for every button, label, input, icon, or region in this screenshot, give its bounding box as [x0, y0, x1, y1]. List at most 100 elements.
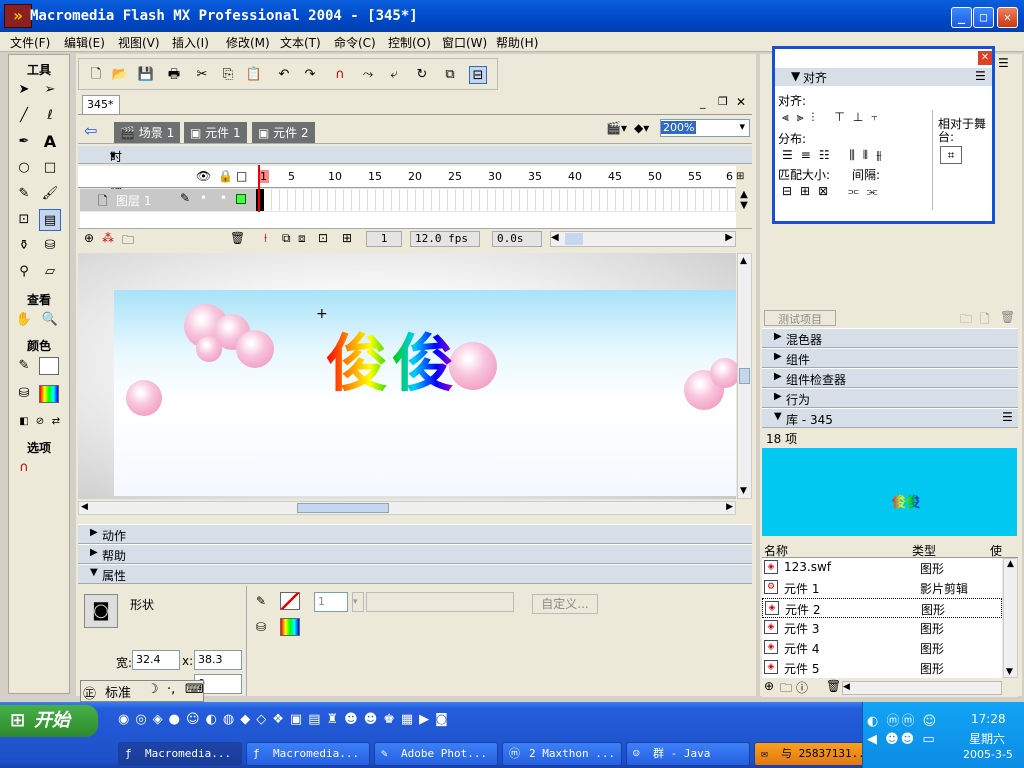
breadcrumb-scene[interactable]: 🎬 场景 1 [114, 122, 181, 143]
arrow-tool-icon[interactable]: ➤ [13, 79, 35, 101]
eye-icon[interactable]: 👁 [196, 169, 211, 183]
open-file-icon[interactable]: 📂 [111, 66, 129, 84]
align-panel-header[interactable]: ▼ 对齐 ☰ [775, 68, 992, 86]
task-flash-1[interactable]: ƒ Macromedia... [118, 742, 242, 766]
panel-menu-icon[interactable]: ☰ [975, 69, 986, 83]
task-qq-chat[interactable]: ✉ 与 25837131... [754, 742, 878, 766]
oval-tool-icon[interactable]: ○ [13, 157, 35, 179]
chevron-down-icon[interactable]: ▾ [352, 592, 364, 612]
rainbow-title-text[interactable]: 俊俊 [326, 313, 458, 403]
onion-markers-icon[interactable]: ⊞ [342, 231, 352, 245]
subselect-tool-icon[interactable]: ➢ [39, 79, 61, 101]
edit-multiple-icon[interactable]: ⊡ [318, 231, 328, 245]
frame-ruler[interactable]: 1 5 10 15 20 25 30 35 40 45 50 55 6 [256, 166, 736, 188]
clock-time[interactable]: 17:28 [971, 712, 1006, 726]
copy-icon[interactable]: ⎘ [219, 66, 237, 84]
test-project-button[interactable]: 测试项目 [764, 310, 836, 326]
new-folder-icon[interactable]: 🗀 [780, 679, 792, 700]
lock-icon[interactable]: 🔒 [218, 169, 233, 183]
scroll-down-icon[interactable]: ▼ [1006, 667, 1013, 677]
lasso-tool-icon[interactable]: ℓ [39, 105, 61, 127]
library-item[interactable]: ◈ 123.swf 图形 [762, 558, 1002, 578]
timeline-menu-icon[interactable]: ⊞ [736, 166, 752, 188]
hand-tool-icon[interactable]: ✋ [13, 309, 35, 331]
menu-control[interactable]: 控制(O) [388, 34, 431, 51]
breadcrumb-symbol-1[interactable]: ▣ 元件 1 [184, 122, 247, 143]
rectangle-tool-icon[interactable]: □ [39, 157, 61, 179]
smooth-icon[interactable]: ⤳ [359, 66, 377, 84]
scroll-right-icon[interactable]: ▶ [726, 502, 733, 512]
save-icon[interactable]: 💾 [137, 66, 155, 84]
edit-scene-icon[interactable]: 🎬▾ [606, 121, 627, 135]
task-maxthon[interactable]: ⓜ 2 Maxthon ... [502, 742, 622, 766]
hscroll-thumb[interactable] [297, 503, 389, 513]
menu-edit[interactable]: 编辑(E) [64, 34, 105, 51]
stage-hscroll[interactable]: ◀ ▶ [78, 501, 736, 515]
snap-icon[interactable]: ∩ [331, 66, 349, 84]
panel-menu-icon[interactable]: ☰ [998, 56, 1009, 70]
onion-outline-icon[interactable]: ⧈ [298, 231, 306, 246]
stroke-color-icon[interactable]: ✎ [13, 355, 35, 377]
fill-color-icon[interactable]: ⛁ [13, 383, 35, 405]
breadcrumb-symbol-2[interactable]: ▣ 元件 2 [252, 122, 315, 143]
actions-panel-header[interactable]: ▶ 动作 [78, 524, 752, 544]
library-item[interactable]: ◈ 元件 4 图形 [762, 638, 1002, 658]
x-input[interactable]: 38.3 [194, 650, 242, 670]
ime-mode[interactable]: 标准 [105, 682, 131, 701]
library-panel-header[interactable]: ▼ 库 - 345 ☰ [762, 408, 1018, 428]
fill-transform-tool-icon[interactable]: ▤ [39, 209, 61, 231]
tray-icons-row2[interactable]: ◀ ☻☻ ▭ [867, 732, 937, 747]
frames-row[interactable] [256, 165, 736, 233]
ink-bottle-tool-icon[interactable]: ⚱ [13, 235, 35, 257]
task-photoshop[interactable]: ✎ Adobe Phot... [374, 742, 498, 766]
visibility-dot[interactable]: • [200, 191, 207, 205]
custom-button[interactable]: 自定义... [532, 594, 598, 614]
paint-bucket-tool-icon[interactable]: ⛁ [39, 235, 61, 257]
layer-color-box[interactable] [236, 194, 246, 204]
align-buttons[interactable]: ⫷⫸⫶ ⊤⊥⫟ [782, 110, 886, 125]
stroke-height-input[interactable]: 1 [314, 592, 348, 612]
library-item[interactable]: ◈ 元件 5 图形 [762, 658, 1002, 678]
text-tool-icon[interactable]: A [39, 131, 61, 153]
cut-icon[interactable]: ✂ [193, 66, 211, 84]
paste-icon[interactable]: 📋 [245, 66, 263, 84]
stroke-color-swatch[interactable] [39, 357, 59, 375]
rotate-icon[interactable]: ↻ [413, 66, 431, 84]
zoom-select[interactable]: 200% ▾ [660, 119, 750, 137]
center-frame-icon[interactable]: ⍿ [264, 231, 267, 246]
menu-insert[interactable]: 插入(I) [172, 34, 209, 51]
help-panel-header[interactable]: ▶ 帮助 [78, 544, 752, 564]
fill-color-picker[interactable] [280, 618, 300, 636]
scroll-left-icon[interactable]: ◀ [81, 502, 88, 512]
maximize-button[interactable]: □ [973, 7, 994, 28]
outline-icon[interactable]: □ [236, 169, 247, 183]
undo-icon[interactable]: ↶ [275, 66, 293, 84]
menu-file[interactable]: 文件(F) [10, 34, 50, 51]
line-tool-icon[interactable]: ╱ [13, 105, 35, 127]
library-hscroll[interactable]: ◀ [842, 681, 1002, 695]
lock-dot[interactable]: • [220, 191, 227, 205]
onion-skin-icon[interactable]: ⧉ [282, 231, 291, 246]
ime-logo-icon[interactable]: ㊣ [83, 683, 96, 702]
redo-icon[interactable]: ↷ [301, 66, 319, 84]
stage-vscroll[interactable]: ▲ ▼ [737, 253, 752, 499]
menu-text[interactable]: 文本(T) [280, 34, 321, 51]
task-qq-group[interactable]: ☺ 群 - Java [626, 742, 750, 766]
column-name[interactable]: 名称 [764, 542, 788, 559]
free-transform-tool-icon[interactable]: ⊡ [13, 209, 35, 231]
swap-colors-icon[interactable]: ⇄ [45, 411, 67, 433]
scroll-right-icon[interactable]: ▶ [725, 232, 733, 243]
close-icon[interactable]: ✕ [978, 51, 992, 65]
new-symbol-icon[interactable]: ⊕ [764, 679, 774, 693]
library-item[interactable]: ⚙ 元件 1 影片剪辑 [762, 578, 1002, 598]
scroll-left-icon[interactable]: ◀ [551, 232, 559, 243]
scroll-up-icon[interactable]: ▲ [740, 256, 747, 266]
punctuation-icon[interactable]: ·, [167, 682, 175, 697]
pen-tool-icon[interactable]: ✒ [13, 131, 35, 153]
timeline-vscroll[interactable]: ▲ ▼ [736, 189, 752, 227]
add-guide-icon[interactable]: ⁂ [102, 231, 114, 245]
start-button[interactable]: ⊞ 开始 [0, 705, 98, 737]
distribute-buttons[interactable]: ☰≡☷ ⫼⫴⫵ [782, 148, 889, 163]
brush-tool-icon[interactable]: 🖌 [39, 183, 61, 205]
doc-minimize-icon[interactable]: _ [700, 96, 706, 109]
